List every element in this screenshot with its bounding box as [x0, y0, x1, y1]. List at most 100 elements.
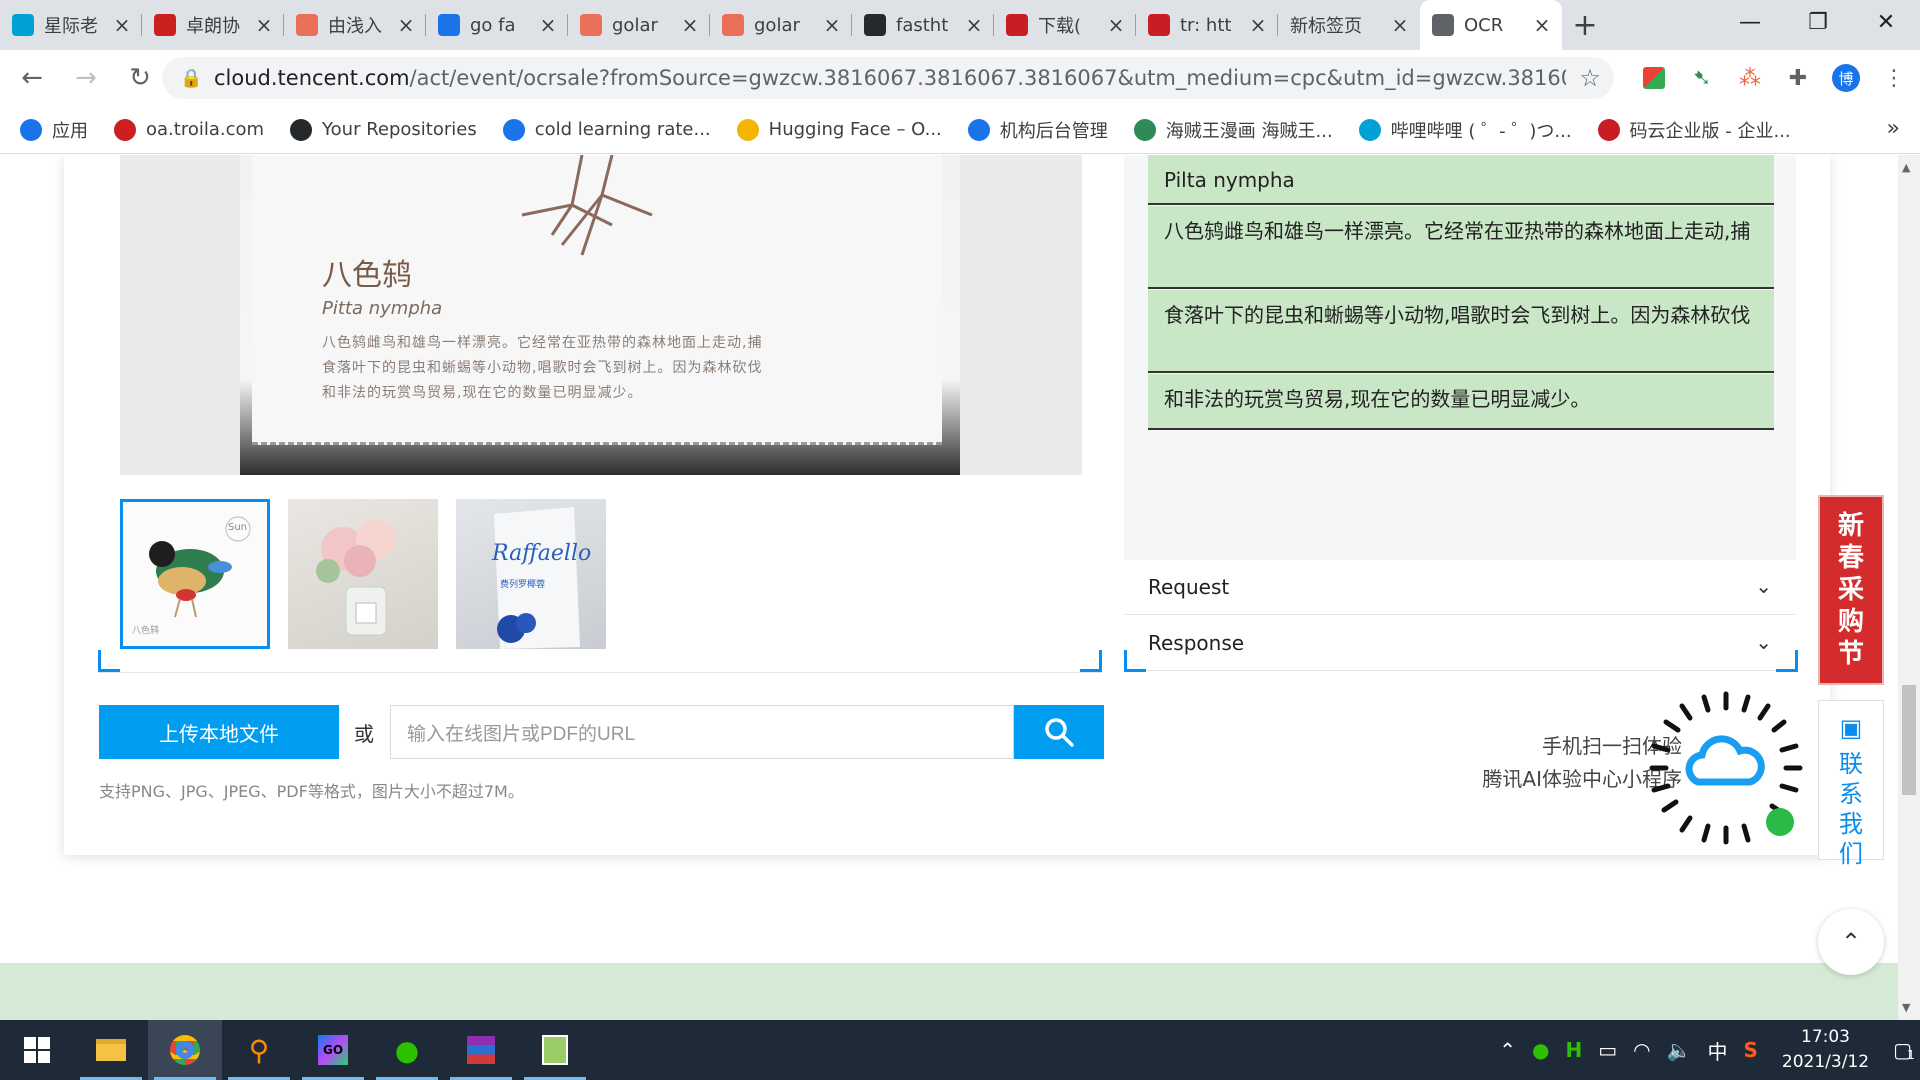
chrome-icon[interactable] [148, 1020, 222, 1080]
response-accordion[interactable]: Response ⌄ [1124, 616, 1796, 671]
system-clock[interactable]: 17:03 2021/3/12 [1774, 1025, 1877, 1075]
chrome-menu-icon[interactable]: ⋮ [1870, 58, 1918, 98]
browser-tab[interactable]: golar × [568, 0, 710, 50]
upload-local-file-button[interactable]: 上传本地文件 [99, 705, 339, 759]
browser-tab[interactable]: 由浅入 × [284, 0, 426, 50]
footer-green-band [0, 963, 1920, 1020]
new-tab-button[interactable]: + [1562, 0, 1608, 50]
ocr-demo-card: 八色鸫 Pitta nympha 八色鸫雌鸟和雄鸟一样漂亮。它经常在亚热带的森林… [64, 155, 1830, 855]
page-scrollbar[interactable]: ▲ ▼ [1898, 155, 1920, 1020]
bird-claws-illustration [521, 155, 653, 256]
request-accordion[interactable]: Request ⌄ [1124, 560, 1796, 615]
profile-avatar[interactable]: 博 [1822, 58, 1870, 98]
scroll-up-arrow-icon[interactable]: ▲ [1902, 161, 1910, 174]
promo-char: 节 [1837, 639, 1864, 669]
preview-photo: 八色鸫 Pitta nympha 八色鸫雌鸟和雄鸟一样漂亮。它经常在亚热带的森林… [240, 155, 960, 475]
ime-indicator[interactable]: 中 [1708, 1036, 1728, 1065]
close-tab-icon[interactable]: × [1532, 13, 1552, 37]
thumbnail-raffaello[interactable]: Raffaello 费列罗椰蓉 [456, 499, 606, 649]
image-url-input[interactable]: 输入在线图片或PDF的URL [390, 705, 1014, 759]
restore-button[interactable]: ❐ [1784, 0, 1852, 44]
bookmark-item[interactable]: 应用 [20, 117, 88, 143]
google-translate-extension-icon[interactable] [1630, 58, 1678, 98]
bookmark-item[interactable]: 海贼王漫画 海贼王... [1133, 117, 1333, 143]
close-tab-icon[interactable]: × [396, 13, 416, 37]
battery-icon[interactable]: ▭ [1598, 1038, 1617, 1062]
notepad-icon[interactable] [518, 1020, 592, 1080]
file-explorer-icon[interactable] [74, 1020, 148, 1080]
windows-logo-icon [24, 1037, 50, 1063]
tray-chevron-up-icon[interactable]: ⌃ [1499, 1038, 1516, 1062]
image-preview-panel: 八色鸫 Pitta nympha 八色鸫雌鸟和雄鸟一样漂亮。它经常在亚热带的森林… [120, 155, 1082, 475]
reload-button[interactable]: ↻ [118, 56, 162, 100]
browser-tab[interactable]: 新标签页 × [1278, 0, 1420, 50]
tab-title: go fa [470, 14, 516, 36]
back-to-top-button[interactable]: ⌃ [1818, 909, 1884, 975]
close-tab-icon[interactable]: × [538, 13, 558, 37]
panel-divider [98, 672, 1102, 673]
browser-tab[interactable]: 星际老 × [0, 0, 142, 50]
contact-us-widget[interactable]: ▣ 联系我们 [1818, 700, 1884, 868]
bookmark-item[interactable]: 哔哩哔哩 ( ゜- ゜)つ... [1358, 117, 1572, 143]
scrollbar-thumb[interactable] [1902, 685, 1916, 795]
close-tab-icon[interactable]: × [1248, 13, 1268, 37]
back-button[interactable]: ← [10, 56, 54, 100]
search-magnifier-icon[interactable]: ⚲ [222, 1020, 296, 1080]
promo-char: 购 [1837, 607, 1864, 637]
notification-center-icon[interactable]: ▢ 1 [1893, 1038, 1915, 1062]
browser-tab[interactable]: tr: htt × [1136, 0, 1278, 50]
green-leaf-extension-icon[interactable]: ➷ [1678, 58, 1726, 98]
address-bar[interactable]: 🔒 cloud.tencent.com/act/event/ocrsale?fr… [162, 57, 1614, 99]
bookmark-item[interactable]: Hugging Face – O... [736, 118, 942, 141]
bookmarks-overflow-button[interactable]: » [1887, 116, 1900, 141]
wechat-tray-icon[interactable]: ● [1532, 1038, 1549, 1062]
url-search-button[interactable] [1014, 705, 1104, 759]
close-tab-icon[interactable]: × [254, 13, 274, 37]
extensions-puzzle-icon[interactable]: ✚ [1774, 58, 1822, 98]
volume-icon[interactable]: 🔈 [1667, 1038, 1692, 1062]
jianshu-icon [722, 14, 744, 36]
browser-tab[interactable]: 卓朗协 × [142, 0, 284, 50]
bookmark-item[interactable]: oa.troila.com [114, 118, 264, 141]
thumbnail-bird[interactable]: Sun 八色鸫 [120, 499, 270, 649]
network-extension-icon[interactable]: ⁂ [1726, 58, 1774, 98]
browser-tab[interactable]: OCR × [1420, 0, 1562, 50]
bookmark-item[interactable]: cold learning rate... [502, 118, 711, 141]
minimize-button[interactable]: — [1716, 0, 1784, 44]
bookmark-item[interactable]: 机构后台管理 [967, 117, 1108, 143]
forward-button[interactable]: → [64, 56, 108, 100]
close-tab-icon[interactable]: × [1390, 13, 1410, 37]
winrar-icon[interactable] [444, 1020, 518, 1080]
h-app-tray-icon[interactable]: H [1566, 1038, 1583, 1062]
browser-tab[interactable]: 下载(× [994, 0, 1136, 50]
browser-tab[interactable]: go fa × [426, 0, 568, 50]
bookmark-item[interactable]: 码云企业版 - 企业... [1597, 117, 1791, 143]
windows-taskbar: ⚲ GO ● ⌃ ● H ▭ ◠ 🔈 中 S 17:03 2021/3/12 ▢… [0, 1020, 1920, 1080]
wechat-icon[interactable]: ● [370, 1020, 444, 1080]
thumb-caption: Sun [228, 522, 248, 533]
bookmark-item[interactable]: Your Repositories [290, 118, 477, 141]
thumbnail-flowers[interactable] [288, 499, 438, 649]
close-tab-icon[interactable]: × [1106, 13, 1126, 37]
system-tray: ⌃ ● H ▭ ◠ 🔈 中 S 17:03 2021/3/12 ▢ 1 [1491, 1020, 1920, 1080]
github-icon [864, 14, 886, 36]
url-text[interactable]: cloud.tencent.com/act/event/ocrsale?from… [214, 66, 1566, 90]
wifi-icon[interactable]: ◠ [1633, 1038, 1650, 1062]
close-tab-icon[interactable]: × [112, 13, 132, 37]
result-row: 食落叶下的昆虫和蜥蜴等小动物,唱歌时会飞到树上。因为森林砍伐 [1148, 290, 1774, 373]
apps-grid-icon [20, 118, 42, 141]
close-window-button[interactable]: ✕ [1852, 0, 1920, 44]
shield-icon [967, 118, 990, 141]
sogou-input-icon[interactable]: S [1744, 1038, 1758, 1062]
bird-desc-line: 和非法的玩赏鸟贸易,现在它的数量已明显减少。 [322, 385, 643, 401]
goland-icon[interactable]: GO [296, 1020, 370, 1080]
close-tab-icon[interactable]: × [964, 13, 984, 37]
bookmark-star-icon[interactable]: ☆ [1566, 64, 1614, 92]
browser-tab[interactable]: fastht × [852, 0, 994, 50]
close-tab-icon[interactable]: × [680, 13, 700, 37]
windows-start-icon[interactable] [0, 1020, 74, 1080]
close-tab-icon[interactable]: × [822, 13, 842, 37]
scroll-down-arrow-icon[interactable]: ▼ [1902, 1001, 1910, 1014]
spring-sale-promo[interactable]: 新春采购节 [1818, 495, 1884, 685]
browser-tab[interactable]: golar × [710, 0, 852, 50]
